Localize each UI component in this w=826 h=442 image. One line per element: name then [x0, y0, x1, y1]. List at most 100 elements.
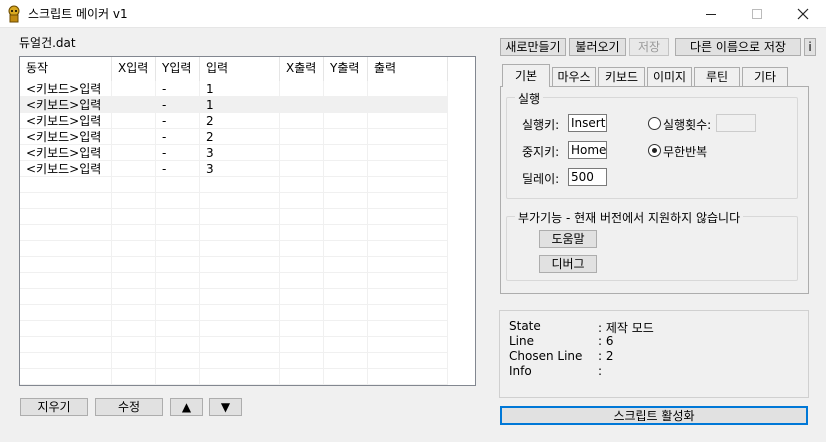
table-row[interactable]: <키보드>입력 -1 [20, 81, 448, 97]
table-cell [112, 241, 156, 257]
state-label: State [509, 319, 541, 333]
tab-routine[interactable]: 루틴 [694, 67, 740, 87]
table-cell [280, 193, 324, 209]
table-cell [368, 129, 448, 145]
table-cell [324, 129, 368, 145]
table-cell [324, 97, 368, 113]
tab-mouse[interactable]: 마우스 [552, 67, 596, 87]
minimize-button[interactable] [688, 0, 734, 28]
save-button[interactable]: 저장 [629, 38, 669, 56]
file-name: 듀얼건.dat [16, 34, 79, 51]
run-count-input[interactable] [716, 114, 756, 132]
table-cell [112, 225, 156, 241]
save-as-button[interactable]: 다른 이름으로 저장 [675, 38, 801, 56]
table-cell [368, 257, 448, 273]
app-icon [8, 5, 20, 23]
table-cell [324, 289, 368, 305]
table-cell [368, 353, 448, 369]
table-cell [156, 273, 200, 289]
table-cell [324, 273, 368, 289]
chosen-line-value: : 2 [598, 349, 614, 363]
table-row[interactable]: <키보드>입력 -1 [20, 97, 448, 113]
table-cell [368, 145, 448, 161]
table-row[interactable]: <키보드>입력 -3 [20, 161, 448, 177]
tab-image[interactable]: 이미지 [647, 67, 692, 87]
table-cell [324, 113, 368, 129]
table-cell [112, 289, 156, 305]
table-cell [20, 241, 112, 257]
erase-button[interactable]: 지우기 [20, 398, 88, 416]
move-up-button[interactable]: ▲ [170, 398, 203, 416]
table-cell [156, 369, 200, 385]
maximize-icon [752, 9, 762, 19]
table-cell [280, 369, 324, 385]
minimize-icon [706, 13, 716, 15]
close-button[interactable] [780, 0, 826, 28]
column-header[interactable]: 입력 [200, 57, 280, 81]
table-cell [368, 113, 448, 129]
table-row [20, 337, 448, 353]
table-cell [200, 209, 280, 225]
table-cell [280, 353, 324, 369]
run-key-input[interactable]: Insert [568, 114, 607, 132]
table-row[interactable]: <키보드>입력 -2 [20, 129, 448, 145]
stop-key-label: 중지키: [522, 145, 560, 159]
table-cell: <키보드>입력 [20, 81, 112, 97]
table-row [20, 305, 448, 321]
column-header[interactable]: Y출력 [324, 57, 368, 81]
table-cell [280, 161, 324, 177]
table-cell [280, 257, 324, 273]
table-cell [368, 321, 448, 337]
script-list[interactable]: 동작 X입력 Y입력 입력 X출력 Y출력 출력 <키보드>입력 -1 <키보드>입… [19, 56, 476, 386]
new-button[interactable]: 새로만들기 [500, 38, 566, 56]
table-cell: - [156, 129, 200, 145]
run-count-radio[interactable] [648, 117, 661, 130]
tab-basic[interactable]: 기본 [502, 64, 550, 87]
column-header[interactable]: 출력 [368, 57, 448, 81]
table-cell [200, 353, 280, 369]
table-cell [368, 97, 448, 113]
table-cell [20, 193, 112, 209]
activate-script-button[interactable]: 스크립트 활성화 [500, 406, 808, 425]
table-cell [156, 289, 200, 305]
help-button[interactable]: 도움말 [539, 230, 597, 248]
table-cell: - [156, 161, 200, 177]
table-cell [20, 257, 112, 273]
table-cell [368, 81, 448, 97]
table-cell [112, 337, 156, 353]
delay-input[interactable]: 500 [568, 168, 607, 186]
table-row [20, 177, 448, 193]
table-cell [324, 145, 368, 161]
edit-button[interactable]: 수정 [95, 398, 163, 416]
column-header[interactable]: 동작 [20, 57, 112, 81]
table-cell [156, 305, 200, 321]
move-down-button[interactable]: ▼ [209, 398, 242, 416]
table-cell [368, 337, 448, 353]
title-bar: 스크립트 메이커 v1 [0, 0, 826, 28]
table-row[interactable]: <키보드>입력 -3 [20, 145, 448, 161]
infinite-loop-radio[interactable] [648, 144, 661, 157]
stop-key-input[interactable]: Home [568, 141, 607, 159]
column-header[interactable]: X입력 [112, 57, 156, 81]
table-cell [112, 353, 156, 369]
column-header[interactable]: Y입력 [156, 57, 200, 81]
table-row[interactable]: <키보드>입력 -2 [20, 113, 448, 129]
info-button[interactable]: i [804, 38, 816, 56]
table-cell [156, 337, 200, 353]
maximize-button[interactable] [734, 0, 780, 28]
table-cell [20, 321, 112, 337]
table-cell [112, 113, 156, 129]
table-cell [200, 257, 280, 273]
column-header[interactable]: X출력 [280, 57, 324, 81]
table-cell: - [156, 97, 200, 113]
debug-button[interactable]: 디버그 [539, 255, 597, 273]
tab-keyboard[interactable]: 키보드 [598, 67, 645, 87]
table-cell: - [156, 81, 200, 97]
table-cell [20, 273, 112, 289]
tab-etc[interactable]: 기타 [742, 67, 788, 87]
table-cell [112, 97, 156, 113]
table-cell [280, 113, 324, 129]
load-button[interactable]: 불러오기 [569, 38, 626, 56]
table-row [20, 289, 448, 305]
table-cell [156, 321, 200, 337]
